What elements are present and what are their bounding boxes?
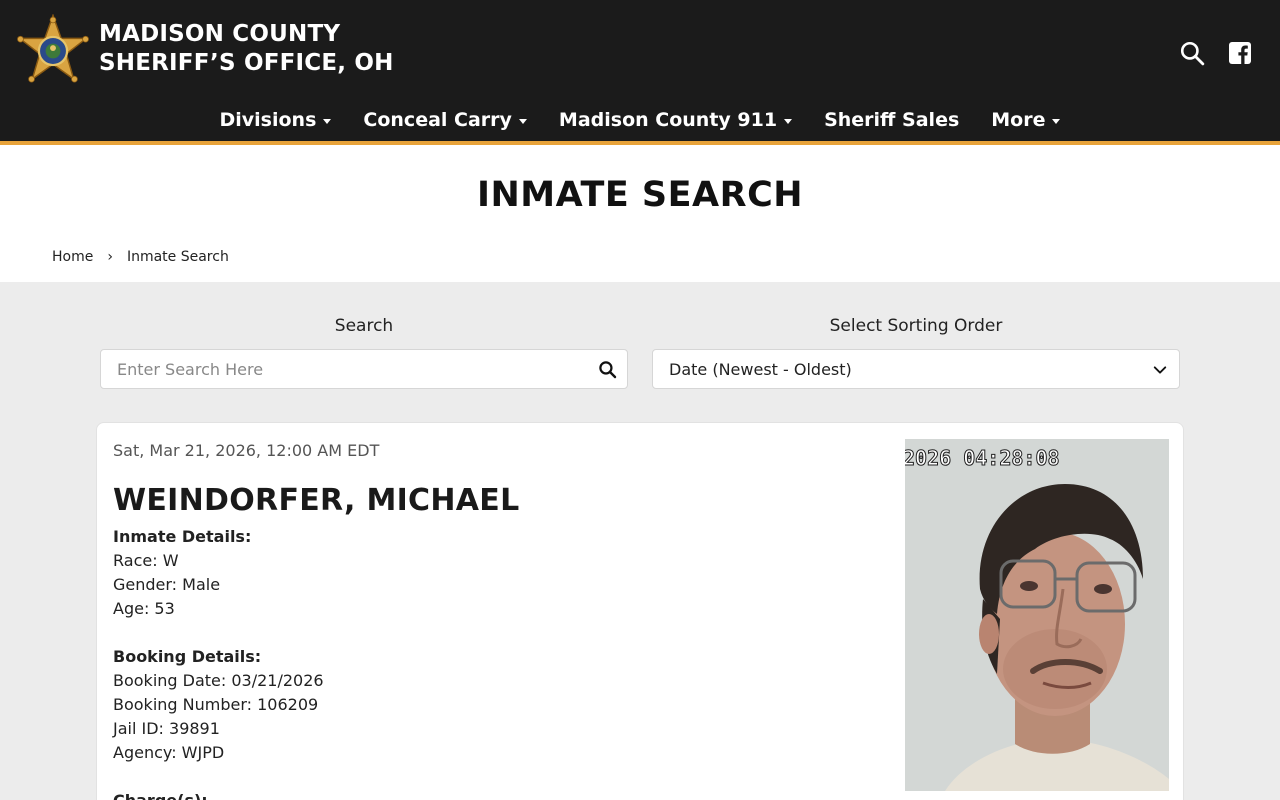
nav-item-more[interactable]: More <box>975 104 1076 136</box>
mugshot-image: 2026 04:28:08 <box>905 439 1169 791</box>
caret-down-icon <box>518 118 527 124</box>
search-input[interactable] <box>101 350 571 388</box>
booking-datetime: Sat, Mar 21, 2026, 12:00 AM EDT <box>113 441 380 460</box>
inmate-mugshot[interactable]: 2026 04:28:08 <box>905 439 1169 791</box>
sheriff-star-logo[interactable] <box>16 14 90 88</box>
caret-down-icon <box>323 118 332 124</box>
search-icon[interactable] <box>598 360 617 379</box>
breadcrumb-current: Inmate Search <box>126 249 229 265</box>
site-title[interactable]: MADISON COUNTY SHERIFF’S OFFICE, OH <box>99 20 394 78</box>
caret-down-icon <box>784 118 793 124</box>
inmate-details-heading: Inmate Details: <box>113 527 252 546</box>
inmate-race: Race: W <box>113 551 179 570</box>
chevron-right-icon: › <box>107 249 113 265</box>
nav-item-label: Conceal Carry <box>363 109 512 131</box>
breadcrumb: Home › Inmate Search <box>52 249 229 265</box>
sort-label: Select Sorting Order <box>829 316 1003 336</box>
search-icon[interactable] <box>1179 40 1205 66</box>
search-label: Search <box>334 316 394 336</box>
title-band: INMATE SEARCH Home › Inmate Search <box>0 145 1280 282</box>
facebook-icon[interactable] <box>1228 41 1252 65</box>
booking-date: Booking Date: 03/21/2026 <box>113 671 324 690</box>
nav-item-label: Divisions <box>219 109 317 131</box>
nav-item-sheriff-sales[interactable]: Sheriff Sales <box>808 104 975 136</box>
inmate-name[interactable]: WEINDORFER, MICHAEL <box>113 483 520 518</box>
inmate-gender: Gender: Male <box>113 575 221 594</box>
jail-id: Jail ID: 39891 <box>113 719 220 738</box>
main-nav: Divisions Conceal Carry Madison County 9… <box>0 104 1280 140</box>
site-header: MADISON COUNTY SHERIFF’S OFFICE, OH Divi… <box>0 0 1280 145</box>
inmate-age: Age: 53 <box>113 599 175 618</box>
nav-item-conceal-carry[interactable]: Conceal Carry <box>347 104 543 136</box>
nav-item-madison-county-911[interactable]: Madison County 911 <box>543 104 808 136</box>
inmate-card[interactable]: Sat, Mar 21, 2026, 12:00 AM EDT WEINDORF… <box>96 422 1184 800</box>
site-title-line2: SHERIFF’S OFFICE, OH <box>99 50 394 76</box>
page-title: INMATE SEARCH <box>476 175 804 215</box>
booking-number: Booking Number: 106209 <box>113 695 319 714</box>
breadcrumb-home-link[interactable]: Home <box>52 249 93 265</box>
chevron-down-icon <box>1153 366 1167 374</box>
booking-details-heading: Booking Details: <box>113 647 262 666</box>
search-box <box>100 349 628 389</box>
nav-item-label: More <box>991 109 1046 131</box>
nav-item-label: Sheriff Sales <box>824 109 960 131</box>
photo-timestamp: 2026 04:28:08 <box>905 446 1060 470</box>
agency: Agency: WJPD <box>113 743 225 762</box>
charges-heading: Charge(s): <box>113 789 324 800</box>
sort-order-value: Date (Newest - Oldest) <box>669 360 852 379</box>
caret-down-icon <box>1052 118 1061 124</box>
sort-order-select[interactable]: Date (Newest - Oldest) <box>652 349 1180 389</box>
inmate-details: Inmate Details: Race: W Gender: Male Age… <box>113 525 324 800</box>
nav-item-divisions[interactable]: Divisions <box>204 104 348 136</box>
site-title-line1: MADISON COUNTY <box>99 21 341 47</box>
nav-item-label: Madison County 911 <box>558 109 778 131</box>
